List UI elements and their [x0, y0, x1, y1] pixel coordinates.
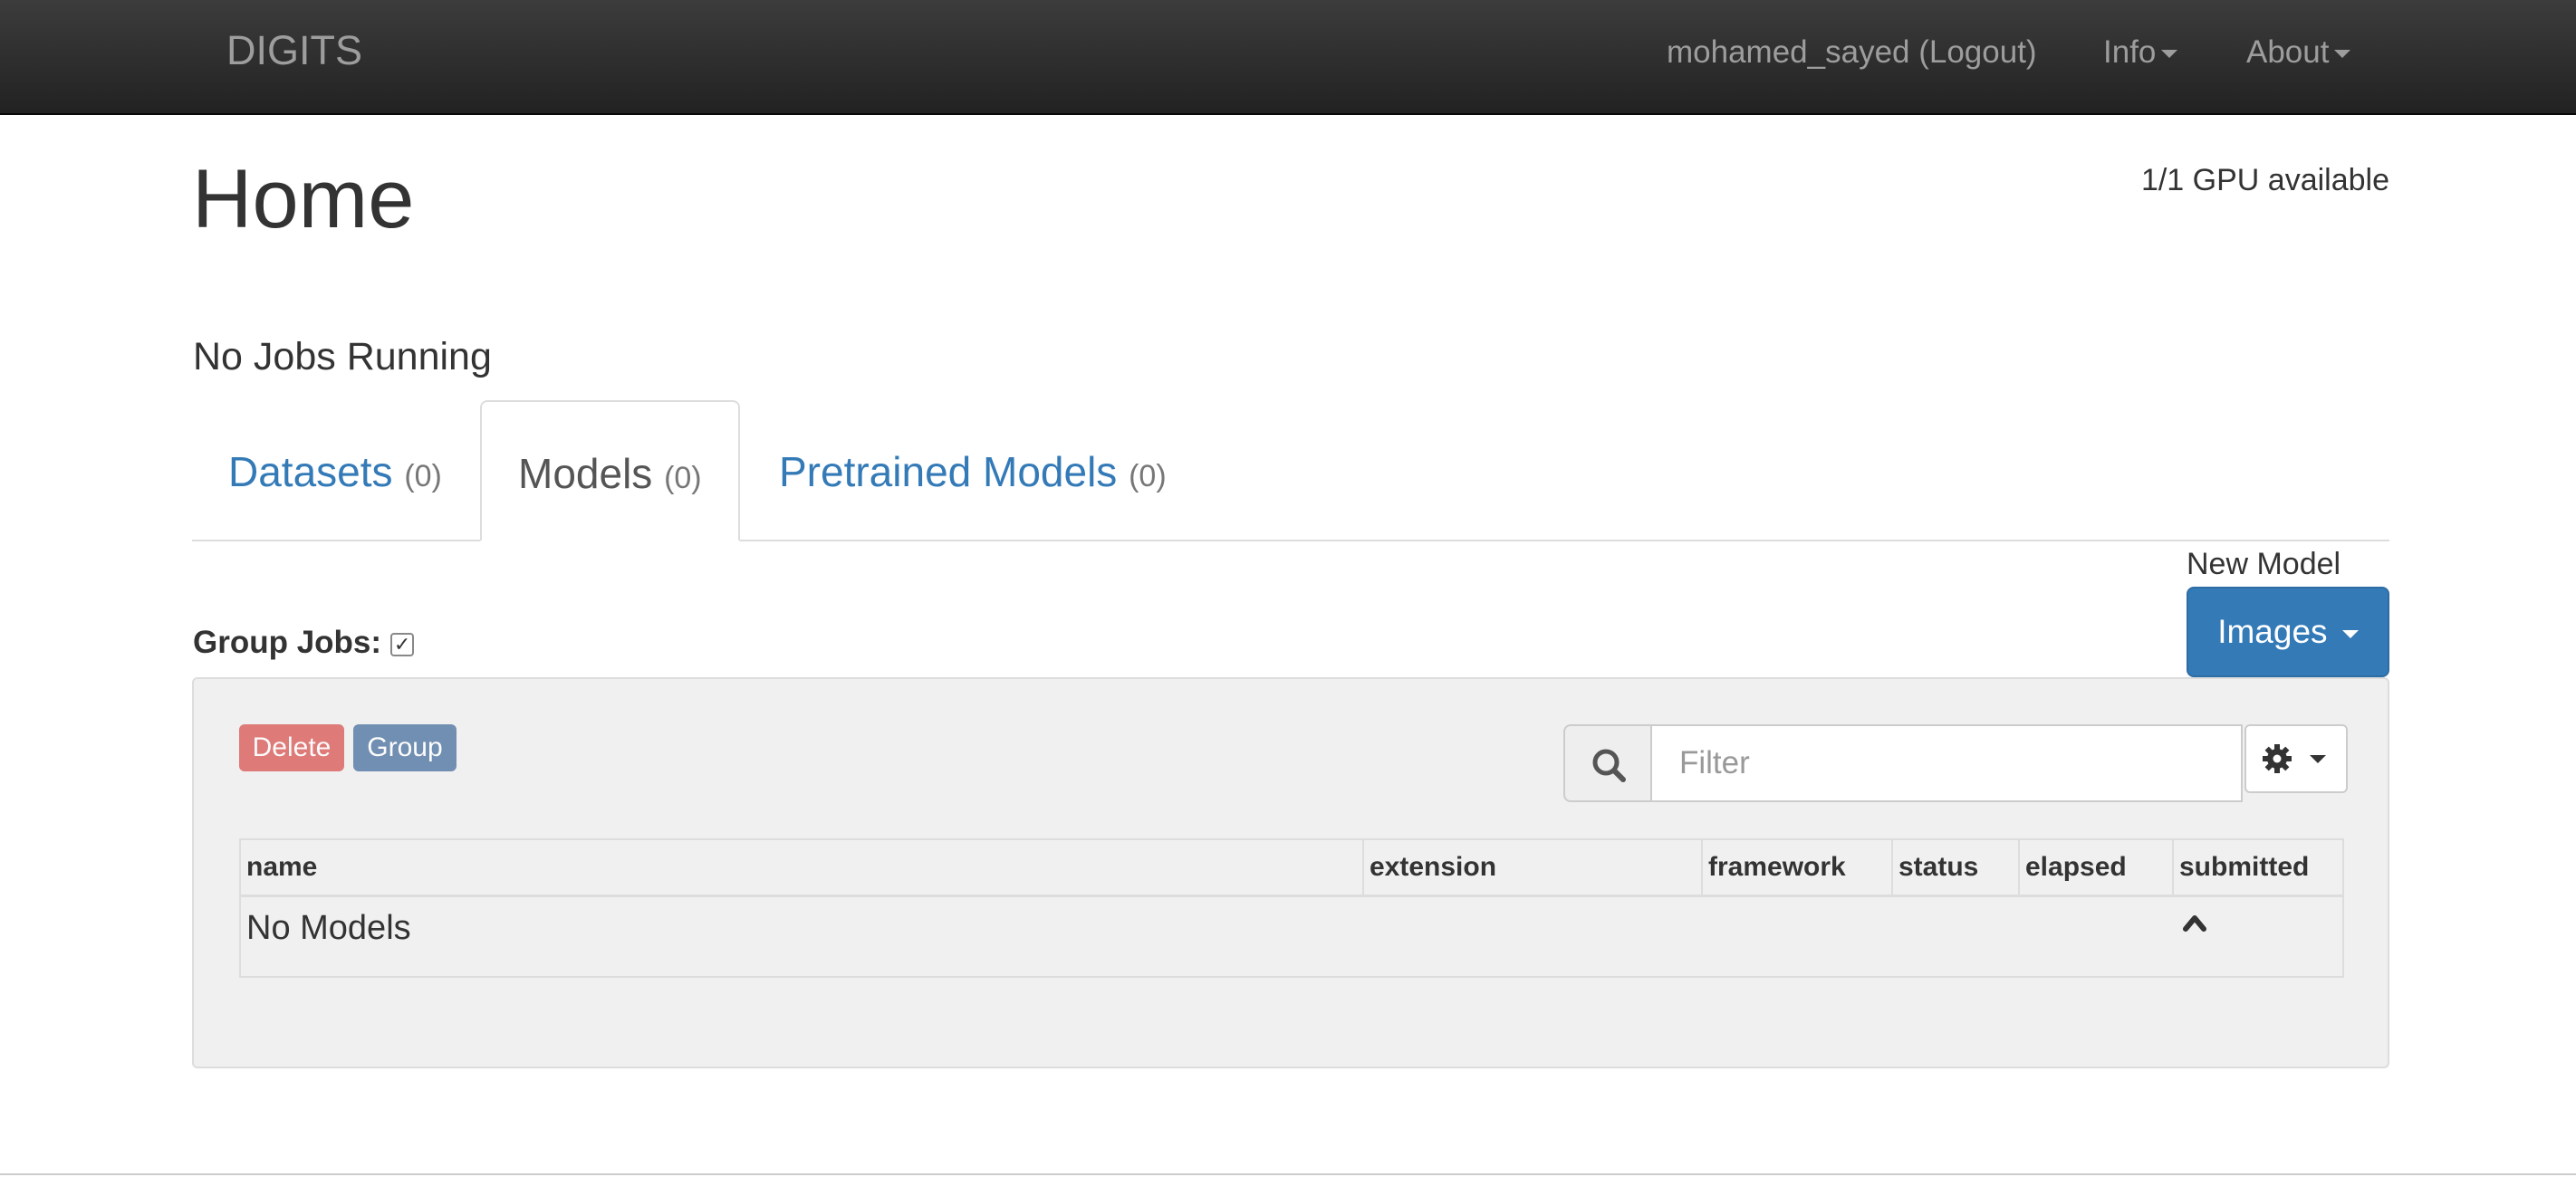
- column-header-name[interactable]: name: [241, 840, 1362, 895]
- column-settings-button[interactable]: [2244, 724, 2348, 793]
- caret-down-icon: [2334, 50, 2351, 59]
- search-addon: [1563, 724, 1652, 802]
- logout-link[interactable]: mohamed_sayed (Logout): [1667, 34, 2037, 71]
- filter-input[interactable]: [1652, 724, 2243, 802]
- column-header-elapsed[interactable]: elapsed: [2018, 840, 2172, 895]
- tab-bar: Datasets (0) Models (0) Pretrained Model…: [192, 400, 2389, 541]
- tab-pretrained-models[interactable]: Pretrained Models (0): [743, 400, 1203, 540]
- column-header-extension[interactable]: extension: [1362, 840, 1701, 895]
- sort-up-icon: [2183, 915, 2206, 933]
- new-model-label: New Model: [2187, 547, 2341, 581]
- caret-down-icon: [2341, 629, 2359, 638]
- group-jobs-label: Group Jobs:: [193, 625, 382, 660]
- tab-datasets[interactable]: Datasets (0): [192, 400, 478, 540]
- delete-button[interactable]: Delete: [239, 724, 344, 771]
- tab-models[interactable]: Models (0): [480, 400, 740, 541]
- tab-label: Pretrained Models: [779, 448, 1118, 495]
- column-header-submitted[interactable]: submitted: [2172, 840, 2342, 933]
- group-button[interactable]: Group: [353, 724, 457, 771]
- gear-icon: [2263, 744, 2292, 773]
- search-icon: [1592, 749, 1626, 782]
- tab-count: (0): [404, 459, 442, 493]
- group-jobs-checkbox[interactable]: ✓: [390, 632, 415, 656]
- about-menu[interactable]: About: [2246, 34, 2351, 71]
- info-menu-label: Info: [2103, 34, 2157, 70]
- group-jobs: Group Jobs: ✓: [193, 625, 415, 661]
- brand-link[interactable]: DIGITS: [226, 27, 362, 74]
- table-header: name extension framework status elapsed …: [241, 840, 2342, 933]
- caret-down-icon: [2161, 50, 2178, 59]
- info-menu[interactable]: Info: [2103, 34, 2178, 71]
- column-header-status[interactable]: status: [1891, 840, 2018, 895]
- models-panel: Delete Group name extension framework st…: [192, 677, 2389, 1068]
- tab-count: (0): [664, 461, 702, 495]
- page-title: Home: [192, 153, 415, 245]
- column-header-label: submitted: [2179, 852, 2310, 882]
- tab-count: (0): [1129, 459, 1167, 493]
- models-table: name extension framework status elapsed …: [239, 838, 2344, 978]
- tab-label: Models: [518, 450, 653, 497]
- empty-table-message: No Models: [246, 909, 411, 947]
- tab-label: Datasets: [228, 448, 393, 495]
- column-header-framework[interactable]: framework: [1701, 840, 1891, 895]
- images-button-label: Images: [2217, 613, 2328, 650]
- gpu-status: 1/1 GPU available: [2140, 163, 2389, 197]
- new-model-images-button[interactable]: Images: [2187, 587, 2389, 677]
- about-menu-label: About: [2246, 34, 2330, 70]
- caret-down-icon: [2310, 755, 2326, 763]
- navbar: DIGITS mohamed_sayed (Logout) Info About: [0, 0, 2576, 115]
- footer-divider: [0, 1173, 2576, 1175]
- jobs-status: No Jobs Running: [193, 335, 492, 378]
